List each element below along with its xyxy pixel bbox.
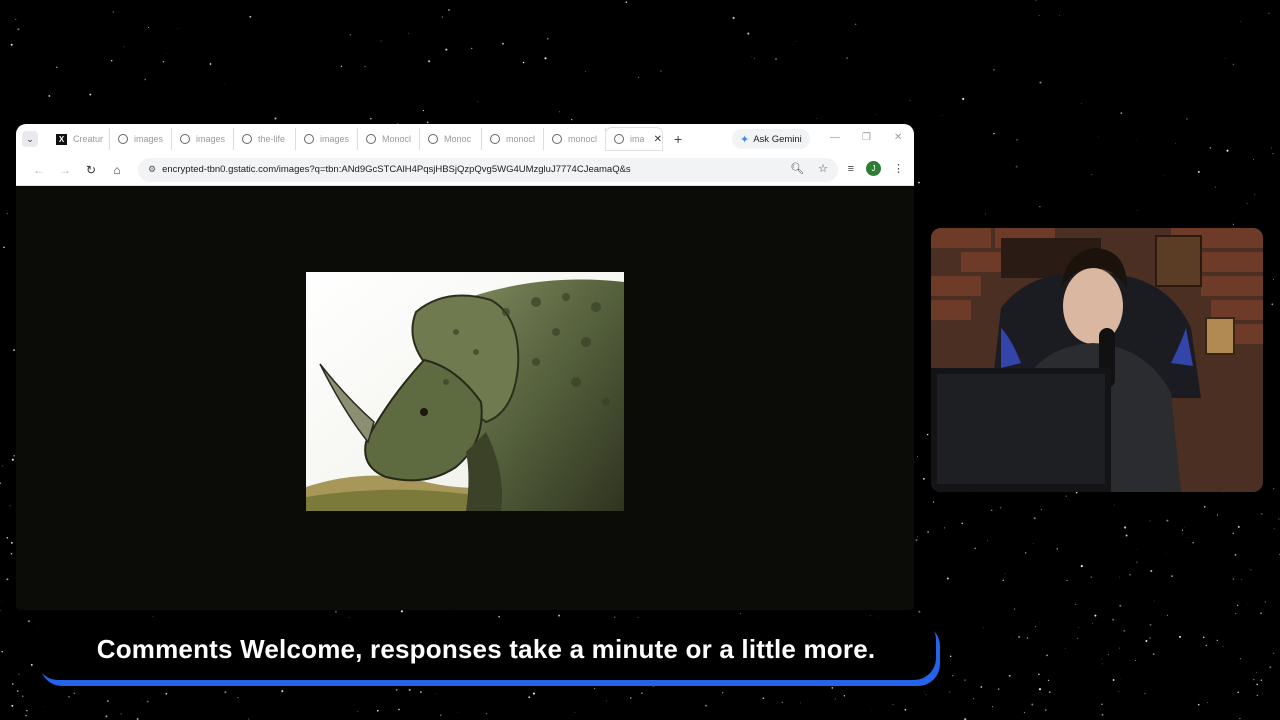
browser-tab[interactable]: monocl xyxy=(482,128,544,150)
globe-icon xyxy=(118,134,128,144)
ask-gemini-label: Ask Gemini xyxy=(753,133,802,145)
browser-toolbar: ← → ↻ ⌂ ⚙ encrypted-tbn0.gstatic.com/ima… xyxy=(16,154,914,186)
zoom-icon[interactable]: 🔍︎ xyxy=(790,162,804,175)
tab-label: ima xyxy=(630,134,644,144)
globe-icon xyxy=(490,134,500,144)
tab-label: Monocl xyxy=(382,134,412,144)
address-bar[interactable]: ⚙ encrypted-tbn0.gstatic.com/images?q=tb… xyxy=(138,157,838,182)
x-logo-icon: X xyxy=(56,133,67,145)
tab-list: X Creatur images images the-life images Monocl… xyxy=(48,124,662,154)
caption-banner: Comments Welcome, responses take a minut… xyxy=(36,618,936,680)
browser-tab[interactable]: Monoc xyxy=(420,128,482,150)
back-icon[interactable]: ← xyxy=(26,163,52,177)
tab-strip: ⌄ X Creatur images images the-life images Mono… xyxy=(16,124,914,154)
globe-icon xyxy=(304,134,314,144)
browser-tab[interactable]: Monocl xyxy=(358,128,420,150)
browser-tab[interactable]: monocl xyxy=(544,128,606,150)
restore-icon[interactable]: ❐ xyxy=(862,132,871,143)
webcam-overlay xyxy=(931,228,1263,492)
globe-icon xyxy=(552,134,562,144)
browser-tab[interactable]: the-life xyxy=(234,128,296,150)
tab-label: Creatur xyxy=(73,134,104,144)
tab-label: the-life xyxy=(258,134,286,144)
browser-window: ⌄ X Creatur images images the-life images Mono… xyxy=(16,124,914,610)
forward-icon[interactable]: → xyxy=(52,163,78,177)
tab-label: monocl xyxy=(506,134,536,144)
close-tab-icon[interactable]: ✕ xyxy=(654,134,662,145)
streamer-webcam-feed xyxy=(931,228,1263,492)
centrosaurus-illustration xyxy=(306,272,624,511)
globe-icon xyxy=(366,134,376,144)
minimize-icon[interactable]: — xyxy=(830,132,840,143)
tab-label: monocl xyxy=(568,134,598,144)
url-text: encrypted-tbn0.gstatic.com/images?q=tbn:… xyxy=(162,164,631,175)
tab-label: images xyxy=(196,134,226,144)
tab-label: images xyxy=(320,134,350,144)
globe-icon xyxy=(180,134,190,144)
caption-text: Comments Welcome, responses take a minut… xyxy=(96,633,876,664)
close-window-icon[interactable]: ✕ xyxy=(894,132,902,143)
bookmark-star-icon[interactable]: ☆ xyxy=(818,162,828,175)
site-info-icon[interactable]: ⚙ xyxy=(148,164,156,175)
reload-icon[interactable]: ↻ xyxy=(78,163,104,177)
browser-tab[interactable]: images xyxy=(110,128,172,150)
browser-tab[interactable]: ima ✕ xyxy=(606,128,662,150)
menu-kebab-icon[interactable]: ⋮ xyxy=(893,162,904,175)
globe-icon xyxy=(242,134,252,144)
browser-tab[interactable]: images xyxy=(296,128,358,150)
ask-gemini-button[interactable]: ✦ Ask Gemini xyxy=(732,129,810,149)
globe-icon xyxy=(614,134,624,144)
profile-avatar[interactable]: J xyxy=(866,161,881,176)
dinosaur-image xyxy=(306,272,624,511)
tab-label: images xyxy=(134,134,164,144)
gemini-spark-icon: ✦ xyxy=(740,133,750,146)
tab-label: Monoc xyxy=(444,134,472,144)
new-tab-icon[interactable]: + xyxy=(674,131,682,147)
tab-search-icon[interactable]: ⌄ xyxy=(22,131,38,147)
browser-tab[interactable]: images xyxy=(172,128,234,150)
home-icon[interactable]: ⌂ xyxy=(104,163,130,177)
globe-icon xyxy=(428,134,438,144)
reading-list-icon[interactable]: ≡ xyxy=(848,163,854,175)
page-viewport xyxy=(16,186,914,610)
browser-tab[interactable]: X Creatur xyxy=(48,128,110,150)
